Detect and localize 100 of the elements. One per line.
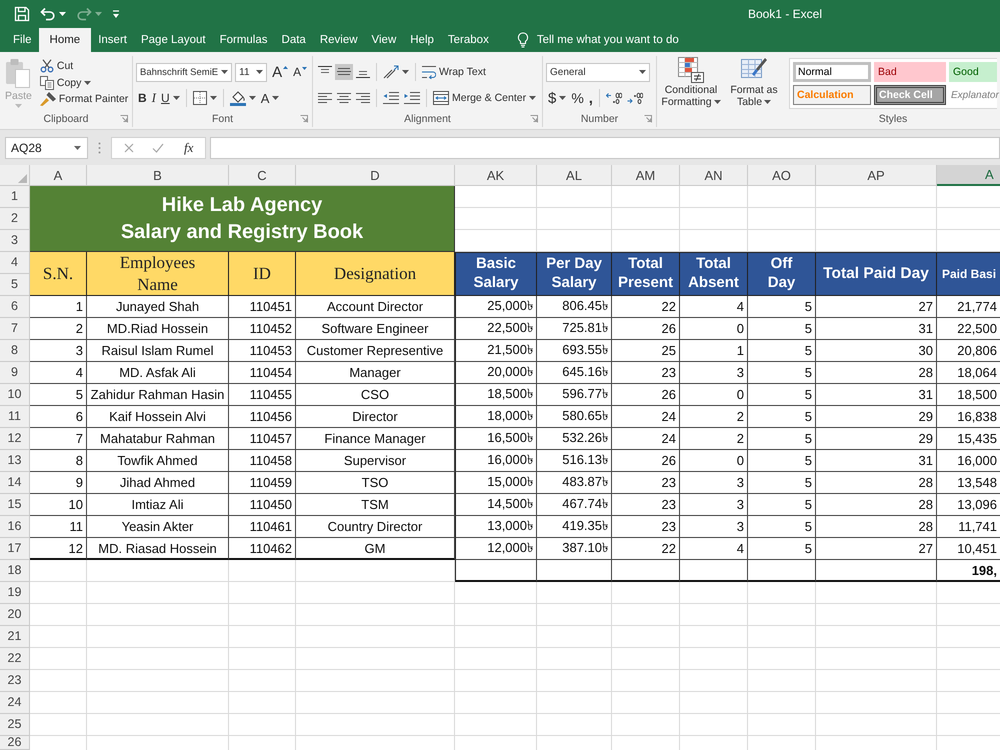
ribbon-tab[interactable]: View bbox=[364, 28, 404, 52]
percent-button[interactable]: % bbox=[569, 88, 586, 108]
column-header[interactable]: B bbox=[87, 165, 229, 186]
customize-icon[interactable] bbox=[112, 10, 120, 18]
align-button[interactable] bbox=[316, 90, 334, 106]
style-option[interactable]: Good bbox=[949, 62, 997, 82]
bold-button[interactable]: B bbox=[136, 89, 149, 107]
ribbon-tab[interactable]: Review bbox=[312, 28, 365, 52]
row-header[interactable]: 10 bbox=[0, 384, 30, 406]
caret-icon[interactable] bbox=[248, 96, 256, 100]
style-option[interactable]: Normal bbox=[793, 62, 871, 82]
row-header[interactable]: 7 bbox=[0, 318, 30, 340]
caret-icon[interactable] bbox=[272, 96, 280, 100]
caret-icon[interactable] bbox=[221, 70, 228, 74]
save-icon[interactable] bbox=[14, 6, 30, 22]
currency-button[interactable]: $ bbox=[546, 88, 568, 108]
font-name-dropdown[interactable]: Bahnschrift SemiE bbox=[136, 62, 232, 82]
column-header[interactable]: D bbox=[296, 165, 455, 186]
row-header[interactable]: 8 bbox=[0, 340, 30, 362]
column-header[interactable]: C bbox=[229, 165, 296, 186]
style-option[interactable]: Explanator bbox=[949, 85, 997, 105]
row-header[interactable]: 21 bbox=[0, 626, 30, 648]
launcher-icon[interactable] bbox=[530, 115, 538, 123]
row-header[interactable]: 20 bbox=[0, 604, 30, 626]
insert-function-button[interactable]: fx bbox=[182, 140, 196, 156]
row-header[interactable]: 2 bbox=[0, 208, 30, 230]
row-header[interactable]: 23 bbox=[0, 670, 30, 692]
row-header[interactable]: 14 bbox=[0, 472, 30, 494]
orientation-button[interactable] bbox=[381, 63, 411, 81]
column-header[interactable]: A bbox=[937, 165, 1000, 186]
row-header[interactable]: 26 bbox=[0, 736, 30, 750]
row-header[interactable]: 19 bbox=[0, 582, 30, 604]
underline-button[interactable]: U bbox=[159, 89, 182, 107]
row-header[interactable]: 9 bbox=[0, 362, 30, 384]
caret-icon[interactable] bbox=[714, 100, 721, 104]
merge-center-button[interactable]: Merge & Center bbox=[431, 89, 538, 107]
ribbon-tab[interactable]: Data bbox=[274, 28, 313, 52]
name-box[interactable]: AQ28 bbox=[5, 136, 88, 158]
decrease-indent-button[interactable] bbox=[381, 90, 401, 106]
undo-icon[interactable] bbox=[40, 7, 56, 21]
row-header[interactable]: 4 bbox=[0, 252, 30, 274]
checkmark-icon[interactable] bbox=[152, 142, 164, 152]
row-header[interactable]: 12 bbox=[0, 428, 30, 450]
caret-icon[interactable] bbox=[172, 96, 180, 100]
font-size-dropdown[interactable]: 11 bbox=[235, 62, 268, 82]
caret-icon[interactable] bbox=[84, 80, 92, 84]
row-header[interactable]: 24 bbox=[0, 692, 30, 714]
copy-button[interactable]: Copy bbox=[38, 76, 130, 90]
column-header[interactable]: AL bbox=[537, 165, 612, 186]
ribbon-tab[interactable]: Formulas bbox=[212, 28, 275, 52]
align-button[interactable] bbox=[354, 90, 372, 106]
caret-icon[interactable] bbox=[402, 70, 409, 74]
italic-button[interactable]: I bbox=[150, 88, 158, 108]
row-header[interactable]: 25 bbox=[0, 714, 30, 736]
grow-font-button[interactable]: A bbox=[270, 64, 290, 80]
align-button[interactable] bbox=[335, 90, 353, 106]
launcher-icon[interactable] bbox=[120, 115, 128, 123]
row-header[interactable]: 3 bbox=[0, 230, 30, 252]
shrink-font-button[interactable]: A bbox=[291, 65, 310, 79]
caret-icon[interactable] bbox=[764, 100, 772, 104]
row-header[interactable]: 16 bbox=[0, 516, 30, 538]
caret-icon[interactable] bbox=[74, 146, 81, 150]
style-option[interactable]: Bad bbox=[874, 62, 946, 82]
caret-icon[interactable] bbox=[559, 96, 566, 100]
caret-icon[interactable] bbox=[283, 66, 288, 68]
column-header[interactable]: AP bbox=[816, 165, 937, 186]
row-header[interactable]: 13 bbox=[0, 450, 30, 472]
column-header[interactable]: A bbox=[30, 165, 87, 186]
format-painter-button[interactable]: Format Painter bbox=[38, 92, 130, 106]
font-color-button[interactable]: A bbox=[258, 88, 282, 108]
increase-decimal-button[interactable] bbox=[604, 90, 624, 106]
row-header[interactable]: 15 bbox=[0, 494, 30, 516]
ribbon-tab[interactable]: File bbox=[6, 28, 39, 52]
caret-icon[interactable] bbox=[639, 70, 646, 74]
row-header[interactable]: 18 bbox=[0, 560, 30, 582]
row-header[interactable]: 17 bbox=[0, 538, 30, 560]
tell-me-button[interactable]: Tell me what you want to do bbox=[510, 28, 686, 52]
ribbon-tab[interactable]: Home bbox=[38, 28, 92, 52]
formula-field[interactable] bbox=[210, 136, 1000, 158]
increase-indent-button[interactable] bbox=[402, 90, 422, 106]
column-header[interactable]: AK bbox=[455, 165, 537, 186]
row-header[interactable]: 1 bbox=[0, 186, 30, 208]
caret-icon[interactable] bbox=[529, 96, 536, 100]
caret-icon[interactable] bbox=[256, 70, 264, 74]
borders-button[interactable] bbox=[190, 89, 219, 107]
wrap-text-button[interactable]: Wrap Text bbox=[420, 63, 488, 81]
ribbon-tab[interactable]: Help bbox=[403, 28, 441, 52]
column-header[interactable]: AM bbox=[612, 165, 680, 186]
column-header[interactable]: AO bbox=[748, 165, 816, 186]
comma-style-button[interactable]: , bbox=[586, 88, 595, 108]
launcher-icon[interactable] bbox=[300, 115, 308, 123]
row-header[interactable]: 5 bbox=[0, 274, 30, 296]
decrease-decimal-button[interactable] bbox=[624, 90, 645, 106]
row-header[interactable]: 22 bbox=[0, 648, 30, 670]
caret-icon[interactable] bbox=[59, 12, 66, 16]
column-header[interactable]: AN bbox=[680, 165, 748, 186]
number-format-dropdown[interactable]: General bbox=[546, 62, 650, 82]
ribbon-tab[interactable]: Insert bbox=[91, 28, 134, 52]
ribbon-tab[interactable]: Terabox bbox=[440, 28, 496, 52]
ribbon-tab[interactable]: Page Layout bbox=[134, 28, 213, 52]
